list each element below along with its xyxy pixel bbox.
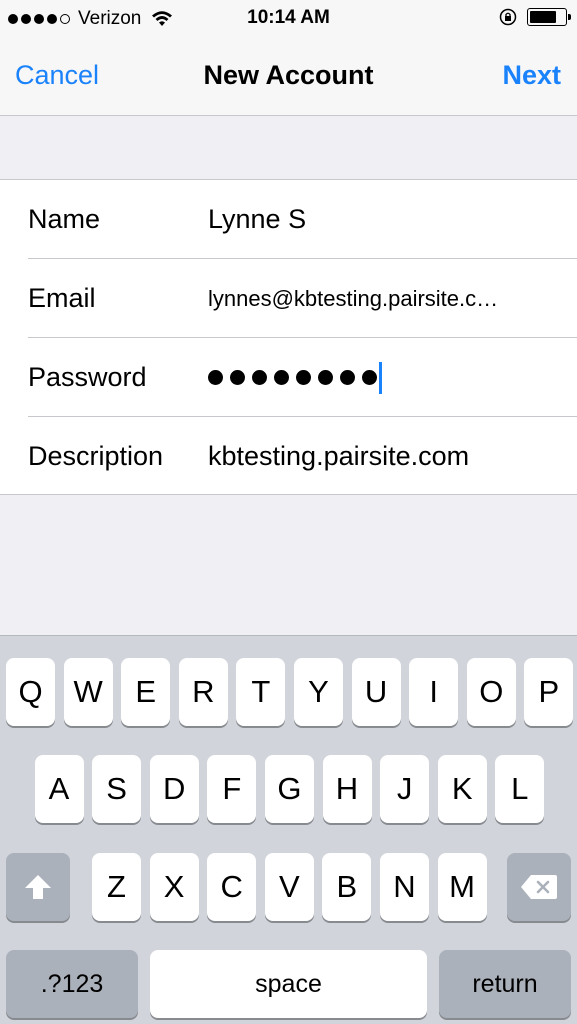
key-e[interactable]: E (121, 658, 171, 726)
password-dot (274, 370, 289, 385)
password-row[interactable]: Password (0, 338, 577, 417)
navigation-bar: Cancel New Account Next (0, 38, 577, 116)
email-row[interactable]: Email lynnes@kbtesting.pairsite.c… (0, 259, 577, 338)
text-cursor (379, 361, 382, 394)
email-field[interactable]: lynnes@kbtesting.pairsite.c… (208, 286, 553, 312)
key-l[interactable]: L (495, 755, 545, 823)
key-m[interactable]: M (437, 853, 487, 921)
password-dot (340, 370, 355, 385)
key-a[interactable]: A (34, 755, 84, 823)
password-dot (230, 370, 245, 385)
status-time: 10:14 AM (247, 7, 330, 28)
password-label: Password (28, 362, 147, 392)
key-s[interactable]: S (92, 755, 142, 823)
key-n[interactable]: N (380, 853, 429, 921)
description-row[interactable]: Description kbtesting.pairsite.com (0, 417, 577, 496)
key-h[interactable]: H (322, 755, 372, 823)
rotation-lock-icon (499, 8, 517, 26)
password-dot (318, 370, 333, 385)
key-t[interactable]: T (236, 658, 286, 726)
status-right (499, 8, 571, 26)
delete-key[interactable] (507, 853, 571, 921)
key-p[interactable]: P (524, 658, 574, 726)
description-field[interactable]: kbtesting.pairsite.com (208, 441, 553, 472)
key-q[interactable]: Q (6, 658, 55, 726)
key-w[interactable]: W (63, 658, 113, 726)
key-v[interactable]: V (264, 853, 314, 921)
key-f[interactable]: F (207, 755, 257, 823)
email-label: Email (28, 283, 96, 313)
backspace-icon (521, 875, 557, 899)
password-dot (296, 370, 311, 385)
password-field[interactable] (208, 361, 382, 394)
name-label: Name (28, 204, 101, 234)
battery-icon (527, 8, 571, 26)
status-bar: Verizon 10:14 AM (0, 0, 577, 38)
key-d[interactable]: D (149, 755, 199, 823)
password-dot (252, 370, 267, 385)
key-j[interactable]: J (380, 755, 430, 823)
key-o[interactable]: O (466, 658, 516, 726)
shift-arrow-icon (25, 875, 51, 899)
cancel-button[interactable]: Cancel (15, 60, 99, 91)
key-u[interactable]: U (351, 658, 401, 726)
key-z[interactable]: Z (92, 853, 141, 921)
shift-key[interactable] (6, 853, 70, 921)
password-mask (208, 370, 377, 385)
numbers-key[interactable]: .?123 (6, 950, 138, 1018)
return-key[interactable]: return (439, 950, 571, 1018)
key-b[interactable]: B (322, 853, 372, 921)
battery-level (530, 11, 556, 23)
key-y[interactable]: Y (294, 658, 343, 726)
space-key[interactable]: space (150, 950, 427, 1018)
name-row[interactable]: Name Lynne S (0, 180, 577, 259)
key-i[interactable]: I (409, 658, 459, 726)
key-r[interactable]: R (178, 658, 228, 726)
password-dot (362, 370, 377, 385)
description-label: Description (28, 441, 164, 471)
key-c[interactable]: C (207, 853, 257, 921)
keyboard: .?123 space return QWERTYUIOP ASDFGHJKL ZX… (0, 635, 577, 1024)
key-g[interactable]: G (264, 755, 314, 823)
account-form: Name Lynne S Email lynnes@kbtesting.pair… (0, 179, 577, 495)
name-field[interactable]: Lynne S (208, 204, 553, 235)
password-dot (208, 370, 223, 385)
key-k[interactable]: K (437, 755, 487, 823)
key-x[interactable]: X (149, 853, 199, 921)
next-button[interactable]: Next (502, 60, 561, 91)
